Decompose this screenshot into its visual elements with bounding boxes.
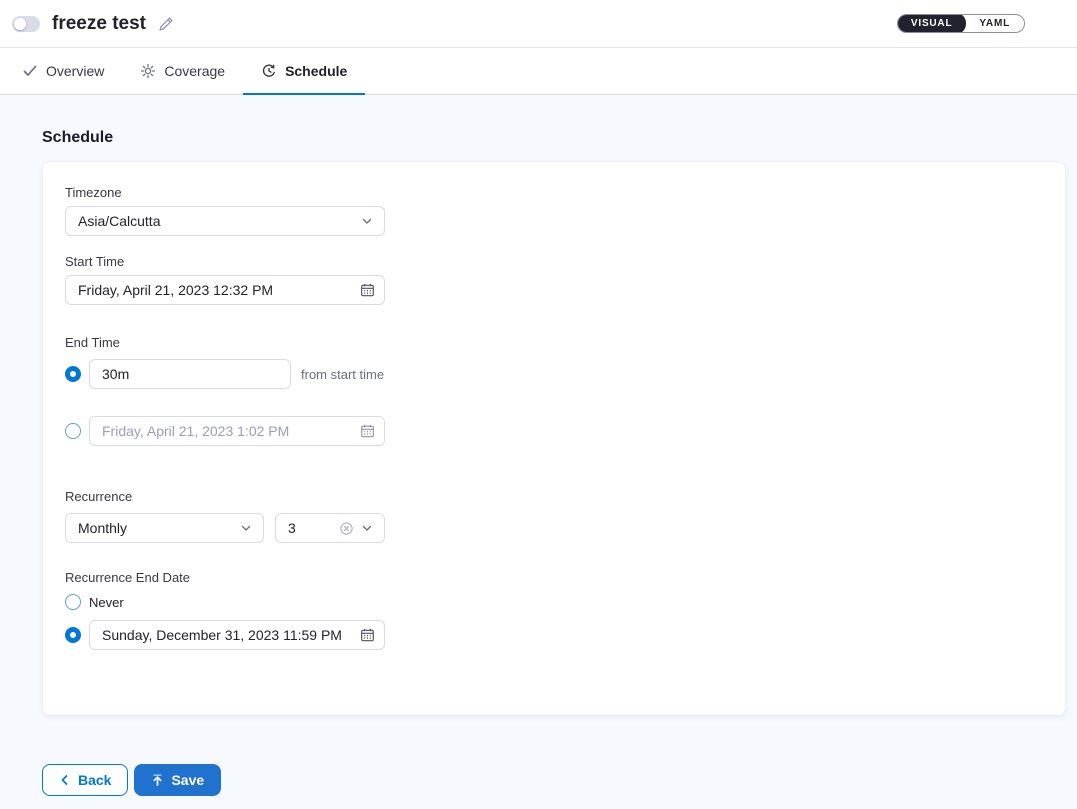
duration-suffix: from start time bbox=[301, 367, 384, 382]
tab-label: Coverage bbox=[164, 63, 225, 79]
timezone-select[interactable]: Asia/Calcutta bbox=[65, 206, 385, 236]
end-time-date-field bbox=[89, 416, 385, 446]
recurrence-end-date-field bbox=[89, 620, 385, 650]
gear-icon bbox=[140, 63, 156, 79]
end-time-date-input[interactable] bbox=[89, 416, 385, 446]
page-title: freeze test bbox=[52, 13, 146, 35]
tab-bar: Overview Coverage bbox=[0, 48, 1077, 95]
recurrence-row: Monthly 3 bbox=[65, 513, 1065, 543]
recurrence-label: Recurrence bbox=[65, 489, 1065, 504]
page: freeze test VISUAL YAML Overview bbox=[0, 0, 1077, 809]
start-time-field bbox=[65, 275, 385, 305]
upload-icon bbox=[151, 773, 164, 787]
start-time-input[interactable] bbox=[65, 275, 385, 305]
recurrence-end-date-input[interactable] bbox=[89, 620, 385, 650]
chevron-left-icon bbox=[59, 774, 71, 786]
timezone-label: Timezone bbox=[65, 185, 1065, 200]
end-time-date-row bbox=[65, 416, 1065, 446]
recurrence-type-select[interactable]: Monthly bbox=[65, 513, 264, 543]
view-mode-toggle: VISUAL YAML bbox=[897, 14, 1025, 33]
recurrence-end-label: Recurrence End Date bbox=[65, 570, 1065, 585]
schedule-card: Timezone Asia/Calcutta Start Time bbox=[42, 161, 1066, 716]
section-title: Schedule bbox=[42, 129, 1066, 147]
calendar-icon[interactable] bbox=[360, 283, 375, 298]
main-content: Schedule Timezone Asia/Calcutta Start Ti… bbox=[0, 95, 1077, 809]
recurrence-end-date-radio[interactable] bbox=[65, 627, 81, 643]
chevron-down-icon bbox=[360, 214, 374, 228]
yaml-toggle-button[interactable]: YAML bbox=[965, 14, 1024, 33]
end-time-label: End Time bbox=[65, 335, 1065, 350]
calendar-icon[interactable] bbox=[360, 424, 375, 439]
recurrence-count-value: 3 bbox=[288, 520, 333, 536]
freeze-toggle[interactable] bbox=[12, 16, 40, 32]
recurrence-never-row: Never bbox=[65, 594, 1065, 610]
edit-title-button[interactable] bbox=[158, 16, 174, 32]
recurrence-end-date-row bbox=[65, 620, 1065, 650]
calendar-icon[interactable] bbox=[360, 628, 375, 643]
recurrence-never-label: Never bbox=[89, 595, 124, 610]
footer-actions: Back Save bbox=[42, 764, 1066, 796]
timezone-value: Asia/Calcutta bbox=[78, 213, 360, 229]
tab-label: Schedule bbox=[285, 63, 347, 79]
save-button[interactable]: Save bbox=[134, 764, 221, 796]
toggle-knob bbox=[14, 18, 26, 30]
recurrence-count-select[interactable]: 3 bbox=[275, 513, 385, 543]
pencil-icon bbox=[158, 16, 174, 32]
end-time-duration-radio[interactable] bbox=[65, 366, 81, 382]
tab-label: Overview bbox=[46, 63, 104, 79]
end-time-date-radio[interactable] bbox=[65, 423, 81, 439]
tab-overview[interactable]: Overview bbox=[4, 48, 122, 94]
back-label: Back bbox=[78, 772, 111, 788]
save-label: Save bbox=[171, 772, 204, 788]
chevron-down-icon bbox=[360, 521, 374, 535]
duration-input[interactable] bbox=[89, 359, 291, 389]
visual-toggle-button[interactable]: VISUAL bbox=[897, 14, 966, 33]
tab-schedule[interactable]: Schedule bbox=[243, 48, 365, 94]
tab-coverage[interactable]: Coverage bbox=[122, 48, 243, 94]
recurrence-type-value: Monthly bbox=[78, 520, 239, 536]
end-time-duration-row: from start time bbox=[65, 359, 1065, 389]
clear-icon[interactable] bbox=[339, 521, 354, 536]
schedule-icon bbox=[261, 63, 277, 79]
back-button[interactable]: Back bbox=[42, 764, 128, 796]
recurrence-never-radio[interactable] bbox=[65, 594, 81, 610]
chevron-down-icon bbox=[239, 521, 253, 535]
check-icon bbox=[22, 63, 38, 79]
start-time-label: Start Time bbox=[65, 254, 1065, 269]
header: freeze test VISUAL YAML bbox=[0, 0, 1077, 48]
